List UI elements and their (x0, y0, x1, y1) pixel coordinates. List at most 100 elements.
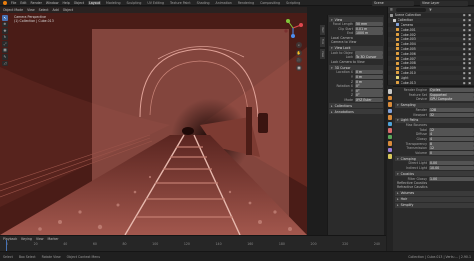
outliner-search-input[interactable] (395, 8, 426, 12)
menu-edit[interactable]: Edit (20, 1, 26, 5)
lock-object-field[interactable] (355, 50, 383, 55)
visibility-toggle-icon[interactable]: ◉ ▣ (463, 23, 472, 27)
property-value-field[interactable]: 12 (429, 146, 474, 151)
visibility-toggle-icon[interactable]: ◉ ▣ (463, 61, 472, 65)
outliner-item[interactable]: Cube.013 ◉ ▣ (388, 80, 474, 85)
properties-tab-icon[interactable] (387, 134, 393, 139)
properties-tab-icon[interactable] (387, 121, 393, 126)
timeline-playhead[interactable] (6, 240, 7, 251)
tab-view[interactable]: View (320, 49, 325, 59)
panel-header-collapsed[interactable]: ▸ Simplify (395, 202, 474, 208)
view-layer-selector[interactable]: View Layer (420, 0, 468, 6)
viewport-menu-view[interactable]: View (27, 8, 35, 12)
properties-tab-icon[interactable] (387, 115, 393, 120)
clip-end-field[interactable]: 1000 m (355, 31, 383, 36)
property-value-field[interactable]: 128 (429, 108, 474, 113)
workspace-tab-compositing[interactable]: Compositing (259, 1, 281, 5)
select-tool-icon[interactable]: ↖ (2, 15, 8, 21)
properties-tab-icon[interactable] (387, 154, 393, 159)
viewport-menu-object[interactable]: Object (63, 8, 73, 12)
cursor-location-x-field[interactable]: 0 m (355, 70, 383, 75)
panel-header-collapsed[interactable]: ▸ Volumes (395, 190, 474, 196)
properties-tab-icon[interactable] (387, 95, 393, 100)
properties-tab-icon[interactable] (387, 108, 393, 113)
visibility-toggle-icon[interactable]: ◉ ▣ (463, 18, 472, 22)
panel-header-collapsed[interactable]: ▸ Hair (395, 196, 474, 202)
viewport-menu-select[interactable]: Select (39, 8, 49, 12)
workspace-tab-scripting[interactable]: Scripting (285, 1, 301, 5)
properties-tab-icon[interactable] (387, 141, 393, 146)
property-value-field[interactable]: 0 (429, 150, 474, 155)
3d-viewport[interactable] (0, 7, 307, 235)
property-value-field[interactable]: 32 (429, 112, 474, 117)
focal-length-field[interactable]: 50 mm (355, 22, 383, 27)
visibility-toggle-icon[interactable]: ◉ ▣ (463, 52, 472, 56)
visibility-toggle-icon[interactable]: ◉ ▣ (463, 42, 472, 46)
rotate-tool-icon[interactable]: ↻ (2, 34, 8, 40)
panel-header-annotations[interactable]: ▸ Annotations (329, 109, 383, 115)
property-value-field[interactable]: 12 (429, 127, 474, 132)
workspace-tab-animation[interactable]: Animation (215, 1, 233, 5)
properties-tab-icon[interactable] (387, 102, 393, 107)
menu-render[interactable]: Render (31, 1, 42, 5)
property-value-field[interactable]: 8 (429, 141, 474, 146)
cursor-rotation-x-field[interactable]: 0° (355, 84, 383, 89)
menu-file[interactable]: File (11, 1, 16, 5)
outliner-display-mode-icon[interactable]: ☰ (390, 8, 393, 12)
filter-icon[interactable]: ⧩ (429, 8, 432, 12)
property-value-field[interactable]: 0.00 (429, 161, 474, 166)
camera-to-view-checkbox[interactable]: Camera to View (329, 40, 383, 44)
properties-tab-icon[interactable] (387, 128, 393, 133)
cursor-rotation-z-field[interactable]: 0° (355, 93, 383, 98)
menu-object[interactable]: Object (74, 1, 84, 5)
workspace-tab-modeling[interactable]: Modeling (105, 1, 122, 5)
scene-selector[interactable]: Scene (372, 0, 414, 6)
workspace-tab-uv-editing[interactable]: UV Editing (146, 1, 165, 5)
scale-tool-icon[interactable]: ⤢ (2, 41, 8, 47)
tab-tool[interactable]: Tool (320, 37, 325, 47)
property-value-field[interactable]: 4 (429, 137, 474, 142)
device-dropdown[interactable]: GPU Compute (429, 97, 474, 102)
visibility-toggle-icon[interactable]: ◉ ▣ (463, 13, 472, 17)
visibility-toggle-icon[interactable]: ◉ ▣ (463, 81, 472, 85)
tab-item[interactable]: Item (320, 25, 325, 35)
caustics-checkbox[interactable]: Refractive Caustics (395, 185, 474, 189)
menu-window[interactable]: Window (46, 1, 59, 5)
timeline[interactable]: Playback Keying View Marker 0 20 40 60 80 100… (0, 235, 386, 251)
visibility-toggle-icon[interactable]: ◉ ▣ (463, 66, 472, 70)
viewport-menu-add[interactable]: Add (53, 8, 59, 12)
visibility-toggle-icon[interactable]: ◉ ▣ (463, 71, 472, 75)
annotate-tool-icon[interactable]: ✎ (2, 54, 8, 60)
timeline-ruler[interactable]: 0 20 40 60 80 100 120 140 160 180 200 220 240 (0, 242, 386, 247)
blender-logo-icon[interactable] (3, 0, 7, 5)
feature-set-dropdown[interactable]: Supported (429, 92, 474, 97)
cursor-location-y-field[interactable]: 0 m (355, 75, 383, 80)
workspace-tab-rendering[interactable]: Rendering (237, 1, 255, 5)
timeline-menu-keying[interactable]: Keying (21, 237, 32, 241)
transform-tool-icon[interactable]: ▦ (2, 47, 8, 53)
workspace-tab-sculpting[interactable]: Sculpting (125, 1, 142, 5)
visibility-toggle-icon[interactable]: ◉ ▣ (463, 76, 472, 80)
camera-view-icon[interactable]: 🎥 (296, 57, 302, 63)
cursor-rotation-y-field[interactable]: 0° (355, 88, 383, 93)
workspace-tab-texture-paint[interactable]: Texture Paint (169, 1, 192, 5)
cursor-location-z-field[interactable]: 0 m (355, 79, 383, 84)
zoom-icon[interactable]: ⌕ (296, 42, 302, 48)
workspace-tab-shading[interactable]: Shading (196, 1, 211, 5)
cursor-rotation-mode-dropdown[interactable]: XYZ Euler (355, 98, 383, 102)
render-engine-dropdown[interactable]: Cycles (429, 88, 474, 93)
properties-tab-icon[interactable] (387, 89, 393, 94)
mode-dropdown[interactable]: Object Mode (3, 8, 23, 12)
cursor-tool-icon[interactable]: ⊕ (2, 21, 8, 27)
property-value-field[interactable]: 4 (429, 132, 474, 137)
visibility-toggle-icon[interactable]: ◉ ▣ (463, 57, 472, 61)
visibility-toggle-icon[interactable]: ◉ ▣ (463, 47, 472, 51)
move-tool-icon[interactable]: ✥ (2, 28, 8, 34)
properties-tab-icon[interactable] (387, 147, 393, 152)
measure-tool-icon[interactable]: ◿ (2, 60, 8, 66)
visibility-toggle-icon[interactable]: ◉ ▣ (463, 37, 472, 41)
timeline-menu-view[interactable]: View (36, 237, 44, 241)
lock-camera-to-view-checkbox[interactable]: Lock Camera to View (329, 60, 383, 64)
pan-hand-icon[interactable]: ✋ (296, 49, 302, 56)
visibility-toggle-icon[interactable]: ◉ ▣ (463, 33, 472, 37)
